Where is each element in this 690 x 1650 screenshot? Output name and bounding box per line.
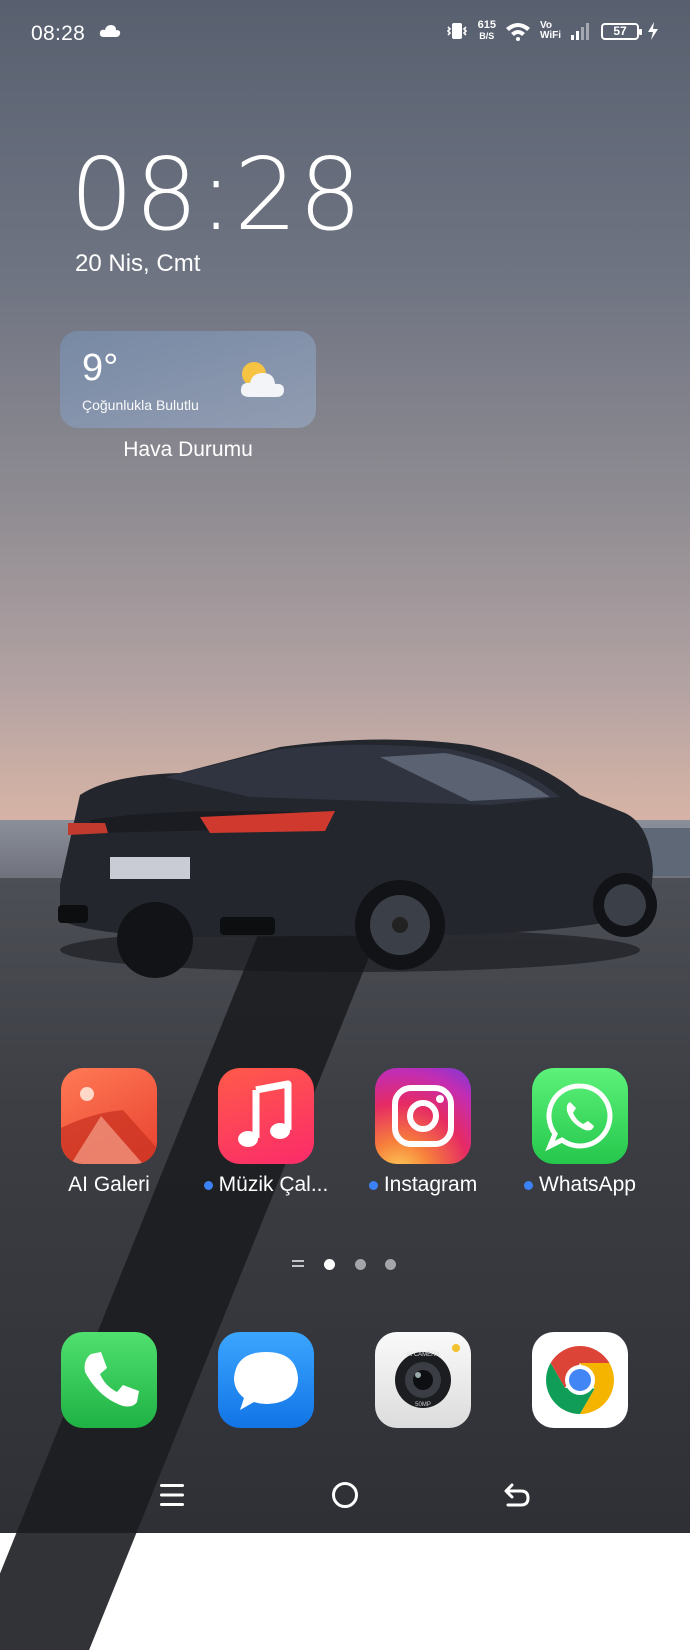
weather-temperature: 9° (82, 347, 119, 389)
vowifi-bottom: WiFi (539, 30, 561, 41)
page-dot (385, 1259, 396, 1270)
wifi-icon (505, 23, 530, 41)
charging-icon (648, 22, 658, 40)
weather-widget-label: Hava Durumu (123, 438, 253, 461)
new-install-dot (524, 1180, 534, 1190)
network-speed-unit: B/S (479, 31, 495, 41)
app-ai-gallery[interactable]: AI Galeri (29, 1068, 189, 1197)
weather-widget[interactable]: 9° Çoğunlukla Bulutlu (60, 331, 316, 428)
signal-icon (571, 23, 589, 40)
cloud-icon (99, 25, 121, 37)
app-label: AI Galeri (68, 1173, 150, 1196)
music-icon (218, 1068, 314, 1164)
app-whatsapp[interactable]: WhatsApp (500, 1068, 660, 1197)
back-button[interactable] (503, 1481, 531, 1509)
camera-icon: AI CAMERA 50MP (375, 1332, 471, 1428)
vibrate-icon (446, 23, 467, 39)
battery-level: 57 (613, 23, 627, 38)
status-bar: 08:28 615 B/S Vo WiFi 57 (0, 0, 690, 70)
new-install-dot (203, 1180, 213, 1190)
page-indicator[interactable] (0, 1257, 690, 1271)
dock-camera[interactable]: AI CAMERA 50MP (343, 1332, 503, 1428)
partly-cloudy-icon (240, 362, 284, 397)
new-install-dot (368, 1180, 378, 1190)
gallery-icon (61, 1068, 157, 1164)
page-dot (355, 1259, 366, 1270)
app-label: Müzik Çal... (218, 1173, 329, 1196)
chrome-icon (532, 1332, 628, 1428)
instagram-icon (375, 1068, 471, 1164)
phone-icon (61, 1332, 157, 1428)
network-speed: 615 B/S (478, 20, 496, 42)
navigation-bar (0, 1470, 690, 1520)
network-speed-value: 615 (477, 19, 496, 31)
app-label: WhatsApp (539, 1173, 636, 1196)
vowifi-indicator: Vo WiFi (540, 21, 561, 41)
app-label: Instagram (383, 1173, 478, 1196)
home-date[interactable]: 20 Nis, Cmt (75, 250, 200, 278)
weather-condition: Çoğunlukla Bulutlu (82, 397, 199, 413)
home-clock[interactable]: 08:28 (70, 140, 363, 250)
dock-phone[interactable] (29, 1332, 189, 1428)
wallpaper-car (58, 739, 657, 978)
dock-messages[interactable] (186, 1332, 346, 1428)
dock-chrome[interactable] (500, 1332, 660, 1428)
camera-badge-bottom: 50MP (415, 1402, 431, 1408)
messages-icon (218, 1332, 314, 1428)
app-music-player[interactable]: Müzik Çal... (186, 1068, 346, 1197)
app-drawer-indicator (292, 1260, 304, 1268)
status-time: 08:28 (31, 22, 86, 45)
app-instagram[interactable]: Instagram (343, 1068, 503, 1197)
battery-icon: 57 (601, 22, 642, 40)
page-dot-active (324, 1259, 335, 1270)
camera-badge-top: AI CAMERA (406, 1352, 440, 1358)
menu-button[interactable] (159, 1482, 185, 1508)
home-button[interactable] (331, 1481, 359, 1509)
whatsapp-icon (532, 1068, 628, 1164)
